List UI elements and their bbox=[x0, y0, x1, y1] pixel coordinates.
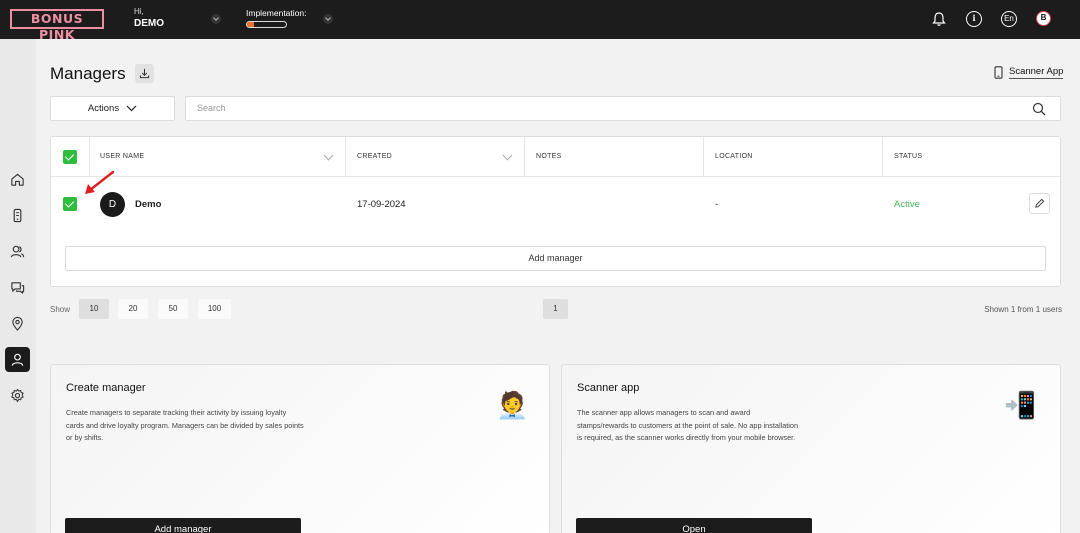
sidebar-item-settings[interactable] bbox=[5, 383, 30, 408]
search-icon[interactable] bbox=[1032, 102, 1046, 116]
language-button[interactable]: En bbox=[1001, 11, 1017, 27]
greeting-text: Hi, bbox=[134, 7, 144, 16]
column-header-location: LOCATION bbox=[715, 153, 753, 160]
column-header-notes: NOTES bbox=[536, 153, 562, 160]
edit-button[interactable] bbox=[1029, 193, 1050, 214]
page-size-10[interactable]: 10 bbox=[79, 299, 109, 319]
search-input[interactable] bbox=[197, 103, 997, 113]
brand-logo[interactable]: BONUS PINK bbox=[10, 9, 104, 42]
created-cell: 17-09-2024 bbox=[357, 199, 406, 210]
sort-chevron-icon[interactable] bbox=[324, 152, 333, 161]
export-button[interactable] bbox=[135, 64, 154, 83]
download-icon bbox=[139, 68, 150, 79]
bell-icon[interactable] bbox=[931, 11, 947, 27]
column-header-status: STATUS bbox=[894, 153, 923, 160]
info-icon[interactable]: i bbox=[966, 11, 982, 27]
search-bar bbox=[185, 96, 1061, 121]
pencil-icon bbox=[1035, 198, 1045, 208]
column-divider bbox=[345, 137, 346, 177]
manager-icon bbox=[11, 353, 24, 366]
card-description: Create managers to separate tracking the… bbox=[66, 408, 304, 442]
card-description: The scanner app allows managers to scan … bbox=[577, 408, 799, 442]
scanner-app-card: Scanner app The scanner app allows manag… bbox=[561, 364, 1061, 533]
scanner-app-link[interactable]: Scanner App bbox=[993, 66, 1064, 79]
location-cell: - bbox=[715, 199, 719, 210]
results-summary: Shown 1 from 1 users bbox=[984, 305, 1062, 314]
page-size-20[interactable]: 20 bbox=[118, 299, 148, 319]
sidebar-item-messages[interactable] bbox=[5, 275, 30, 300]
add-manager-button[interactable]: Add manager bbox=[65, 246, 1046, 271]
user-name[interactable]: DEMO bbox=[134, 18, 164, 29]
actions-label: Actions bbox=[87, 103, 120, 114]
status-badge: Active bbox=[894, 199, 920, 210]
actions-dropdown[interactable]: Actions bbox=[50, 96, 175, 121]
page-number-button[interactable]: 1 bbox=[543, 299, 568, 319]
open-scanner-button[interactable]: Open bbox=[576, 518, 812, 533]
sidebar-item-managers[interactable] bbox=[5, 347, 30, 372]
mobile-scan-icon bbox=[994, 66, 1003, 79]
implementation-chevron-down-icon[interactable] bbox=[323, 14, 333, 24]
sort-chevron-icon[interactable] bbox=[503, 152, 512, 161]
sidebar-item-home[interactable] bbox=[5, 167, 30, 192]
managers-table: USER NAME CREATED NOTES LOCATION STATUS … bbox=[50, 136, 1061, 287]
implementation-progress-bar bbox=[246, 21, 287, 28]
account-chevron-down-icon[interactable] bbox=[211, 14, 221, 24]
sidebar-item-locations[interactable] bbox=[5, 311, 30, 336]
implementation-progress-fill bbox=[247, 22, 255, 27]
user-name-cell[interactable]: Demo bbox=[135, 199, 161, 210]
scanner-app-label: Scanner App bbox=[1009, 66, 1064, 79]
select-all-checkbox[interactable] bbox=[63, 150, 77, 164]
sidebar-item-devices[interactable] bbox=[5, 203, 30, 228]
avatar[interactable]: B bbox=[1036, 11, 1051, 26]
column-divider bbox=[703, 137, 704, 177]
annotation-arrow-icon bbox=[85, 170, 115, 194]
sidebar-item-customers[interactable] bbox=[5, 239, 30, 264]
row-checkbox[interactable] bbox=[63, 197, 77, 211]
show-label: Show bbox=[50, 305, 71, 314]
phone-icon bbox=[13, 208, 22, 223]
gear-icon bbox=[11, 388, 24, 403]
page-size-100[interactable]: 100 bbox=[198, 299, 231, 319]
home-icon bbox=[11, 173, 24, 186]
page-size-50[interactable]: 50 bbox=[158, 299, 188, 319]
create-manager-card: Create manager Create managers to separa… bbox=[50, 364, 550, 533]
location-pin-icon bbox=[12, 316, 23, 331]
sidebar bbox=[0, 39, 36, 533]
card-title: Create manager bbox=[66, 382, 146, 394]
chevron-down-icon bbox=[126, 105, 137, 112]
mobile-arrow-emoji-icon: 📲 bbox=[1004, 390, 1037, 420]
manager-emoji-icon: 🧑‍💼 bbox=[496, 390, 529, 420]
column-header-created[interactable]: CREATED bbox=[357, 137, 392, 177]
table-header: USER NAME CREATED NOTES LOCATION STATUS bbox=[51, 137, 1060, 177]
chat-icon bbox=[11, 282, 25, 294]
card-title: Scanner app bbox=[577, 382, 640, 394]
column-divider bbox=[524, 137, 525, 177]
users-icon bbox=[10, 245, 25, 258]
column-divider bbox=[882, 137, 883, 177]
top-bar: BONUS PINK Hi, DEMO Implementation: i En… bbox=[0, 0, 1080, 42]
add-manager-card-button[interactable]: Add manager bbox=[65, 518, 301, 533]
implementation-label: Implementation: bbox=[246, 8, 307, 18]
page-title: Managers bbox=[50, 64, 126, 83]
